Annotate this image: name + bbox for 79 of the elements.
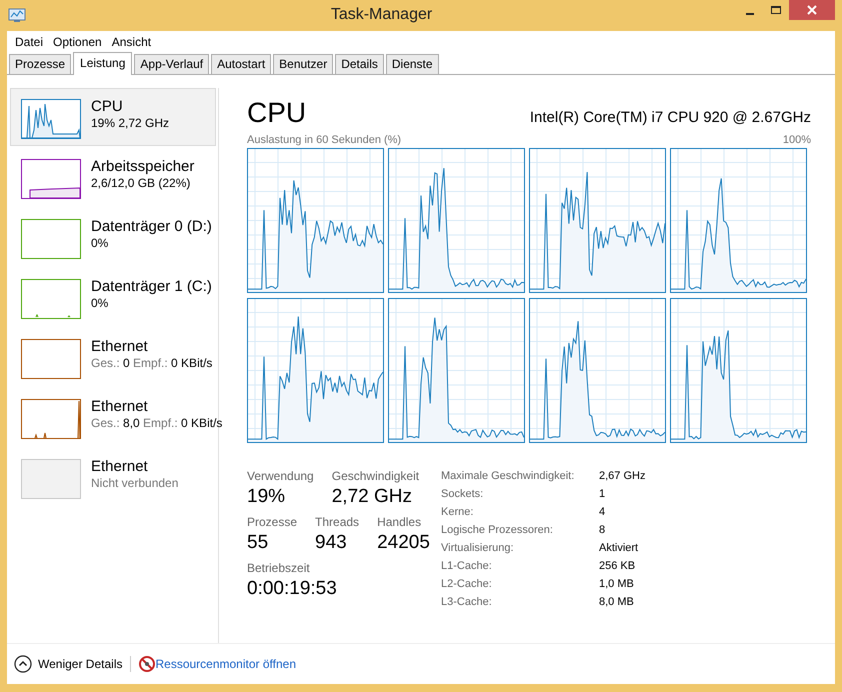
stat-value: 2,72 GHz: [332, 485, 413, 509]
item-name: Ethernet: [91, 457, 149, 476]
stat-label: Verwendung: [247, 469, 314, 484]
item-name: Ethernet: [91, 397, 149, 416]
tab[interactable]: Details: [335, 54, 384, 74]
rate-value: 0: [123, 356, 131, 370]
window-title: Task-Manager: [330, 5, 434, 25]
stat-label: Betriebszeit: [247, 561, 311, 576]
sidebar-item[interactable]: CPU 19% 2,72 GHz: [10, 88, 216, 146]
minimize-icon: [746, 13, 754, 15]
sidebar-item[interactable]: Ethernet Ges.: 8,0 Empf.: 0 KBit/s: [10, 388, 226, 446]
close-icon: [807, 5, 817, 15]
panel-title: CPU: [247, 96, 306, 130]
graph-caption: Auslastung in 60 Sekunden (%): [247, 134, 402, 146]
detail-value: 1: [599, 487, 606, 502]
tab[interactable]: Prozesse: [9, 54, 72, 74]
stat-label: Prozesse: [247, 515, 298, 530]
detail-value: 8: [599, 523, 606, 538]
detail-value: 256 KB: [599, 559, 636, 574]
detail-value: 4: [599, 505, 606, 520]
rate-label: Empf.:: [133, 356, 169, 370]
item-name: Ethernet: [91, 337, 149, 356]
stat-value: 19%: [247, 485, 286, 509]
item-detail: 19% 2,72 GHz: [91, 116, 170, 131]
maximize-icon: [770, 5, 782, 15]
stat-label: Geschwindigkeit: [332, 469, 420, 484]
tab[interactable]: Autostart: [211, 54, 272, 74]
rate-value: 0 KBit/s: [181, 416, 222, 430]
detail-label: Kerne:: [441, 505, 474, 520]
stat-label: Threads: [315, 515, 360, 530]
detail-value: 1,0 MB: [599, 577, 635, 592]
menu-item[interactable]: Ansicht: [106, 33, 156, 53]
stat-value: 0:00:19:53: [247, 577, 337, 601]
item-name: Arbeitsspeicher: [91, 157, 194, 176]
processor-name: Intel(R) Core(TM) i7 CPU 920 @ 2.67GHz: [530, 108, 811, 128]
detail-label: Virtualisierung:: [441, 541, 515, 556]
detail-label: L2-Cache:: [441, 577, 493, 592]
item-detail: 0%: [91, 296, 110, 311]
close-button[interactable]: [789, 0, 835, 20]
rate-label: Ges.:: [91, 356, 121, 370]
resource-monitor-link[interactable]: Ressourcenmonitor öffnen: [155, 657, 296, 671]
detail-value: 8,0 MB: [599, 595, 635, 610]
menu-item[interactable]: Datei: [10, 33, 48, 53]
menu-item[interactable]: Optionen: [48, 33, 107, 53]
detail-value: Aktiviert: [599, 541, 640, 556]
item-detail: 2,6/12,0 GB (22%): [91, 176, 192, 191]
item-name: Datenträger 0 (D:): [91, 217, 212, 236]
tab[interactable]: App-Verlauf: [134, 54, 210, 74]
stat-label: Handles: [377, 515, 422, 530]
rate-label: Empf.:: [143, 416, 179, 430]
rate-label: Ges.:: [91, 416, 121, 430]
tab[interactable]: Leistung: [73, 52, 132, 75]
tab[interactable]: Benutzer: [273, 54, 334, 74]
rate-value: 8,0: [123, 416, 141, 430]
fewer-details-button[interactable]: Weniger Details: [14, 655, 122, 673]
stat-value: 24205: [377, 531, 430, 555]
no-entry-icon: [139, 656, 156, 672]
detail-label: Logische Prozessoren:: [441, 523, 554, 538]
sidebar-item[interactable]: Ethernet Nicht verbunden: [10, 448, 216, 506]
item-name: Datenträger 1 (C:): [91, 277, 212, 296]
stat-value: 55: [247, 531, 270, 555]
stat-value: 943: [315, 531, 348, 555]
item-name: CPU: [91, 97, 124, 116]
sidebar-item[interactable]: Arbeitsspeicher 2,6/12,0 GB (22%): [10, 148, 216, 206]
sidebar-item[interactable]: Datenträger 1 (C:) 0%: [10, 268, 216, 326]
detail-label: L1-Cache:: [441, 559, 493, 574]
detail-label: Sockets:: [441, 487, 484, 502]
chevron-up-icon: [14, 655, 32, 673]
item-detail: 0%: [91, 236, 110, 251]
sidebar-item[interactable]: Datenträger 0 (D:) 0%: [10, 208, 216, 266]
monitor-icon: [8, 8, 26, 23]
graph-max-label: 100%: [782, 134, 811, 146]
sidebar-item[interactable]: Ethernet Ges.: 0 Empf.: 0 KBit/s: [10, 328, 216, 386]
detail-label: L3-Cache:: [441, 595, 493, 610]
tab[interactable]: Dienste: [386, 54, 439, 74]
detail-label: Maximale Geschwindigkeit:: [441, 469, 576, 484]
item-detail: Nicht verbunden: [91, 476, 178, 491]
rate-value: 0 KBit/s: [171, 356, 212, 370]
detail-value: 2,67 GHz: [599, 469, 646, 484]
